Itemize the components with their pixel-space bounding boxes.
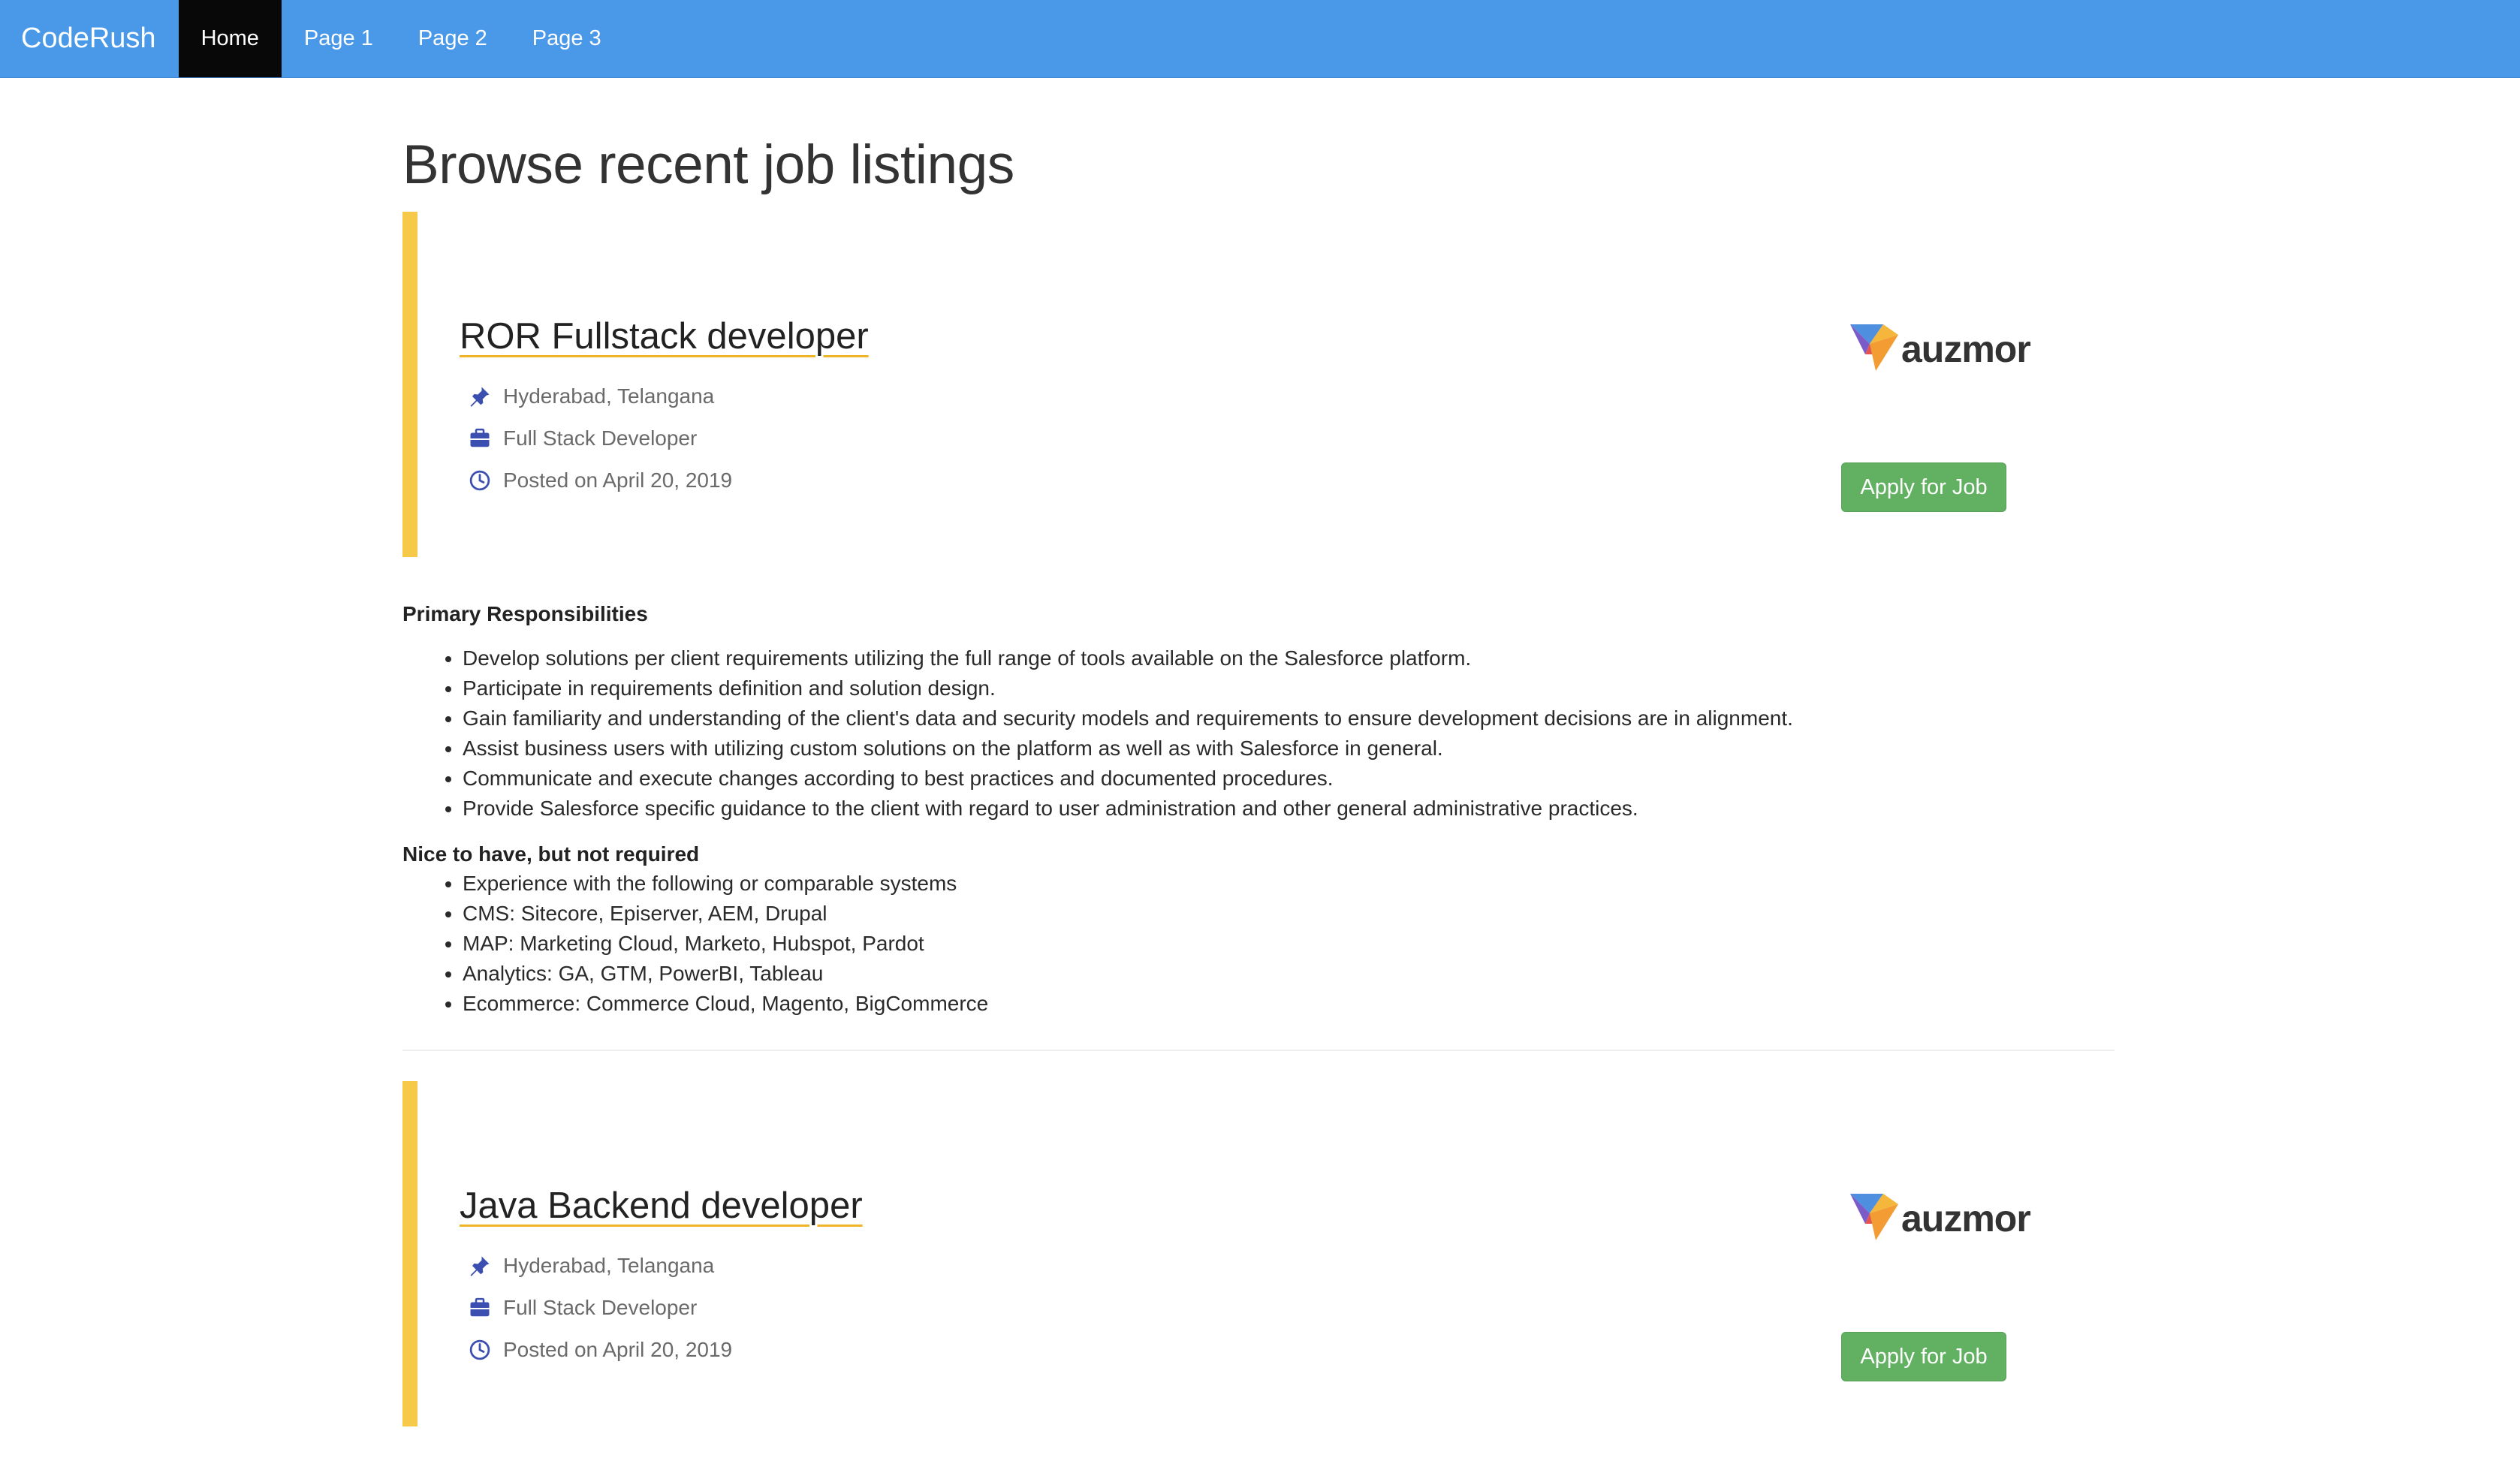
- job-category-text: Full Stack Developer: [503, 1296, 698, 1319]
- list-item: Gain familiarity and understanding of th…: [463, 703, 1793, 734]
- list-item: CMS: Sitecore, Episerver, AEM, Drupal: [463, 899, 988, 929]
- pushpin-icon: [470, 387, 490, 407]
- job-posted-text: Posted on April 20, 2019: [503, 468, 733, 492]
- auzmor-logo-mark: [1850, 324, 1898, 371]
- list-item: Develop solutions per client requirement…: [463, 643, 1793, 673]
- brand-link[interactable]: CodeRush: [0, 0, 179, 77]
- job-location: Hyderabad, Telangana: [469, 1251, 714, 1281]
- job-category: Full Stack Developer: [469, 423, 697, 453]
- clock-icon: [469, 470, 490, 491]
- nice-to-have-list: Experience with the following or compara…: [402, 869, 988, 1019]
- job-location-text: Hyderabad, Telangana: [503, 1254, 715, 1277]
- company-logo: auzmor: [1850, 1194, 2031, 1243]
- accent-bar: [402, 1081, 417, 1426]
- page-title: Browse recent job listings: [402, 134, 1014, 195]
- list-item: Participate in requirements definition a…: [463, 673, 1793, 703]
- listing-divider: [402, 1050, 2115, 1051]
- apply-button[interactable]: Apply for Job: [1841, 462, 2006, 512]
- job-title-link[interactable]: Java Backend developer: [460, 1185, 863, 1227]
- apply-button[interactable]: Apply for Job: [1841, 1332, 2006, 1381]
- nav-item-home[interactable]: Home: [178, 0, 282, 77]
- list-item: Experience with the following or compara…: [463, 869, 988, 899]
- job-location-text: Hyderabad, Telangana: [503, 384, 715, 408]
- accent-bar: [402, 212, 417, 557]
- list-item: Provide Salesforce specific guidance to …: [463, 794, 1793, 824]
- briefcase-icon: [470, 1297, 490, 1317]
- list-item: Communicate and execute changes accordin…: [463, 764, 1793, 794]
- pushpin-icon: [470, 1256, 490, 1276]
- company-logo: auzmor: [1850, 324, 2031, 374]
- primary-responsibilities-list: Develop solutions per client requirement…: [402, 643, 1793, 824]
- job-card: Java Backend developer Hyderabad, Telang…: [402, 1081, 2115, 1426]
- clock-icon: [469, 1339, 490, 1360]
- job-category-text: Full Stack Developer: [503, 426, 698, 450]
- primary-responsibilities-heading: Primary Responsibilities: [402, 602, 648, 625]
- company-logo-text: auzmor: [1901, 328, 2031, 370]
- nav-item-page-2[interactable]: Page 2: [396, 0, 510, 77]
- list-item: Ecommerce: Commerce Cloud, Magento, BigC…: [463, 989, 988, 1019]
- top-navbar: CodeRush Home Page 1 Page 2 Page 3: [0, 0, 2520, 78]
- job-title-link[interactable]: ROR Fullstack developer: [460, 315, 869, 357]
- company-logo-text: auzmor: [1901, 1197, 2031, 1240]
- job-posted-date: Posted on April 20, 2019: [469, 465, 732, 496]
- auzmor-logo-mark: [1850, 1194, 1898, 1240]
- briefcase-icon: [470, 428, 490, 447]
- list-item: MAP: Marketing Cloud, Marketo, Hubspot, …: [463, 929, 988, 959]
- job-category: Full Stack Developer: [469, 1293, 697, 1323]
- list-item: Assist business users with utilizing cus…: [463, 734, 1793, 764]
- job-posted-date: Posted on April 20, 2019: [469, 1335, 732, 1365]
- nav-item-page-3[interactable]: Page 3: [510, 0, 624, 77]
- job-card: ROR Fullstack developer Hyderabad, Telan…: [402, 212, 2115, 557]
- list-item: Analytics: GA, GTM, PowerBI, Tableau: [463, 959, 988, 989]
- nav-item-page-1[interactable]: Page 1: [282, 0, 396, 77]
- job-location: Hyderabad, Telangana: [469, 381, 714, 411]
- job-posted-text: Posted on April 20, 2019: [503, 1338, 733, 1361]
- nice-to-have-heading: Nice to have, but not required: [402, 842, 700, 866]
